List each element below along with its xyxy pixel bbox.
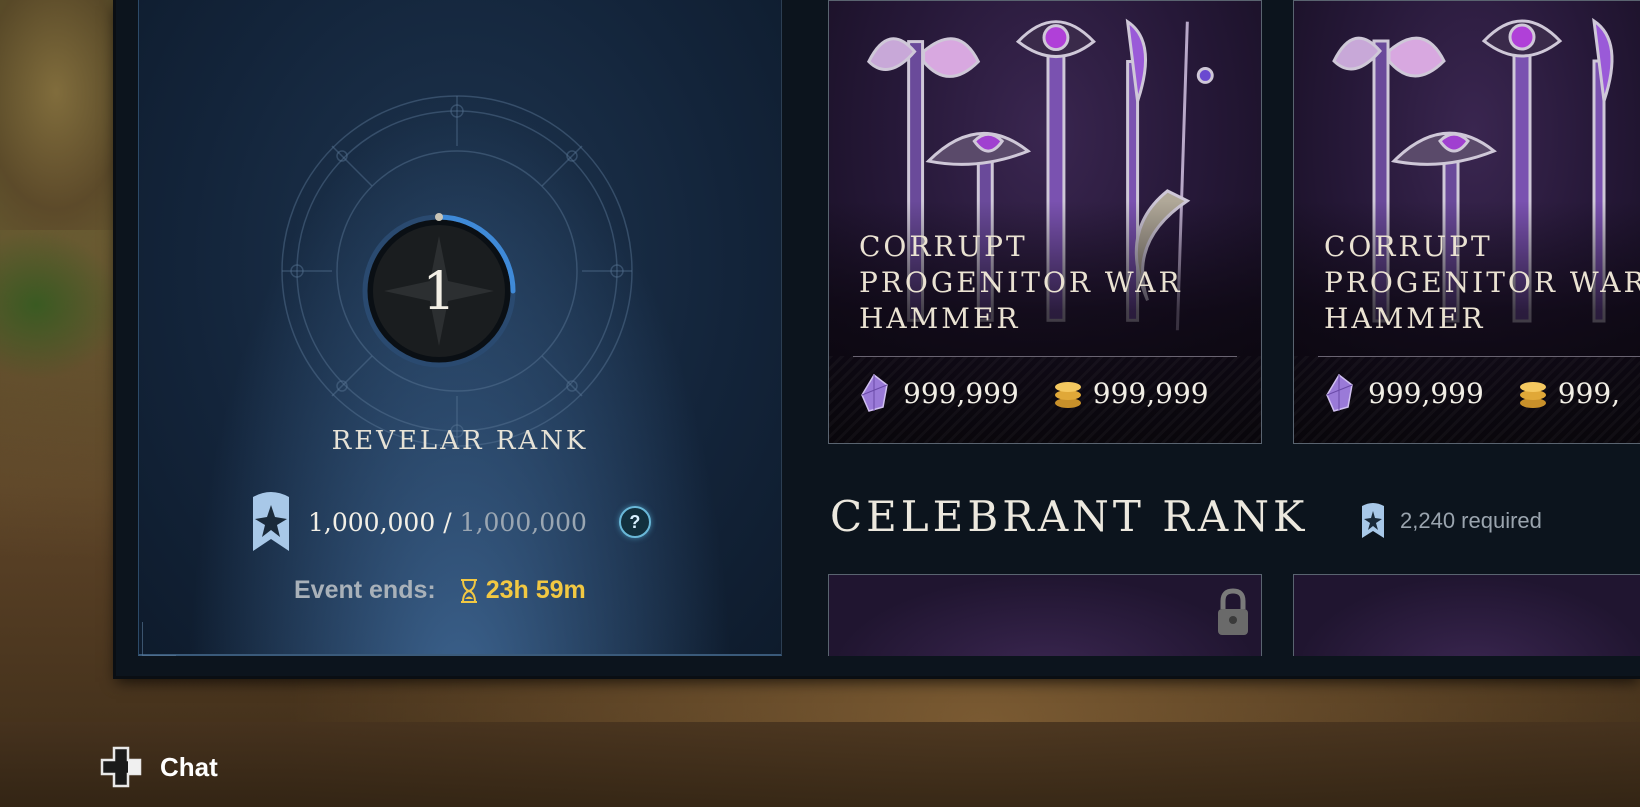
coin-icon: [1054, 382, 1081, 408]
chat-button[interactable]: Chat: [100, 746, 218, 788]
locked-item-card[interactable]: [828, 574, 1262, 656]
rank-progress: 1,000,000 / 1,000,000 ?: [250, 492, 651, 552]
locked-item-card[interactable]: [1293, 574, 1640, 656]
celebrant-rank-title: CELEBRANT RANK: [830, 492, 1309, 541]
rank-badge-icon: [253, 492, 289, 551]
coin-price: 999,999: [1092, 376, 1209, 410]
gem-price: 999,999: [903, 376, 1019, 410]
event-timer: Event ends: 23h 59m: [294, 576, 586, 605]
gem-price: 999,999: [1368, 376, 1484, 410]
item-name: CORRUPT PROGENITOR WAR HAMMER: [859, 230, 1183, 335]
corner-ornament: [142, 622, 176, 656]
item-prices: 999,999 999,999: [859, 373, 1209, 413]
progress-current: 1,000,000: [308, 507, 436, 537]
help-button[interactable]: ?: [618, 506, 651, 538]
item-card[interactable]: CORRUPT PROGENITOR WAR HAMMER 999,999 99…: [1293, 0, 1640, 444]
card-divider: [1318, 356, 1640, 357]
rank-dial: 1: [281, 95, 633, 447]
coin-icon: [1519, 382, 1546, 408]
rank-label: REVELAR RANK: [331, 426, 589, 456]
lock-icon: [1218, 588, 1248, 635]
bottom-bar: [0, 722, 1640, 807]
requirement-text: 2,240 required: [1400, 508, 1542, 533]
rank-number: 1: [422, 262, 455, 322]
help-icon: ?: [629, 511, 641, 532]
chat-label: Chat: [160, 751, 218, 782]
card-divider: [853, 356, 1237, 357]
dpad-icon: [100, 746, 142, 788]
hourglass-icon: [460, 578, 477, 603]
progress-max: 1,000,000: [459, 507, 587, 537]
rank-badge-icon: [1362, 503, 1384, 538]
progress-separator: /: [443, 507, 452, 537]
background-foliage: [0, 230, 120, 380]
item-name: CORRUPT PROGENITOR WAR HAMMER: [1324, 230, 1640, 335]
item-prices: 999,999 999,: [1324, 373, 1620, 413]
event-ends-label: Event ends:: [294, 576, 436, 604]
coin-price: 999,: [1557, 376, 1621, 410]
event-time-remaining: 23h 59m: [485, 576, 586, 604]
gem-icon: [1326, 373, 1353, 412]
item-card[interactable]: CORRUPT PROGENITOR WAR HAMMER 999,999 99…: [828, 0, 1262, 444]
gem-icon: [861, 373, 888, 412]
celebrant-requirement: 2,240 required: [1360, 502, 1542, 540]
